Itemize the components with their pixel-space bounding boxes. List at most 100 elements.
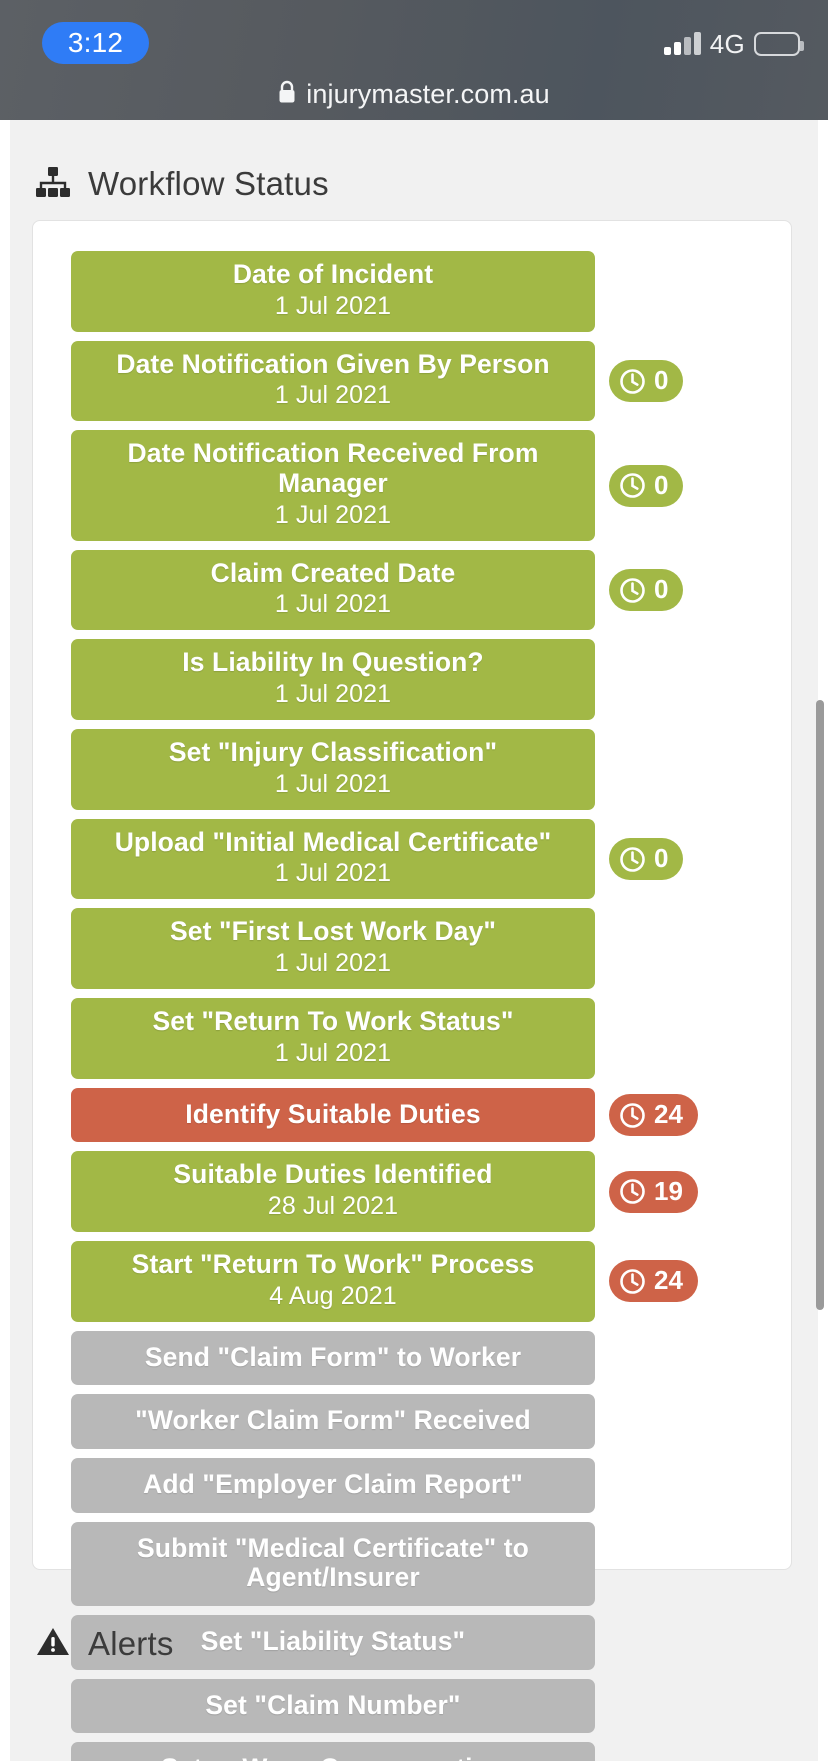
workflow-step-gray[interactable]: Set "Claim Number" <box>71 1678 595 1734</box>
workflow-step-row: Send "Claim Form" to Worker <box>71 1330 755 1386</box>
workflow-step-date: 4 Aug 2021 <box>269 1281 397 1310</box>
sitemap-icon <box>36 166 70 202</box>
workflow-step-green[interactable]: Set "Injury Classification" 1 Jul 2021 <box>71 729 595 810</box>
workflow-step-label: Identify Suitable Duties <box>185 1098 481 1129</box>
workflow-step-green[interactable]: Date Notification Received From Manager 1… <box>71 430 595 541</box>
workflow-step-days-badge[interactable]: 19 <box>609 1170 698 1213</box>
workflow-step-date: 1 Jul 2021 <box>274 859 392 888</box>
workflow-status-heading: Workflow Status <box>36 165 329 203</box>
lock-icon <box>278 80 296 109</box>
workflow-step-row: Is Liability In Question? 1 Jul 2021 <box>71 639 755 721</box>
workflow-step-green[interactable]: Upload "Initial Medical Certificate" 1 Ju… <box>71 818 595 900</box>
workflow-step-label: Add "Employer Claim Report" <box>143 1469 523 1500</box>
workflow-step-days-badge[interactable]: 0 <box>609 838 684 881</box>
workflow-step-label: Set "Return To Work Status" <box>152 1006 514 1037</box>
url-text: injurymaster.com.au <box>306 78 550 109</box>
workflow-step-days-badge[interactable]: 0 <box>609 360 684 402</box>
status-bar-time: 3:12 <box>42 22 149 64</box>
workflow-step-date: 1 Jul 2021 <box>274 1038 392 1067</box>
workflow-step-label: Claim Created Date <box>210 557 456 588</box>
workflow-step-label: Date of Incident <box>232 259 434 289</box>
workflow-step-row: Submit "Medical Certificate" to Agent/In… <box>71 1521 755 1607</box>
workflow-step-date: 1 Jul 2021 <box>274 680 392 709</box>
workflow-step-list: Date of Incident 1 Jul 2021 Date Notificat… <box>71 251 755 1761</box>
workflow-step-row: Upload "Initial Medical Certificate" 1 Ju… <box>71 818 755 900</box>
clock-icon <box>619 1178 646 1205</box>
page-left-edge <box>0 120 10 1761</box>
workflow-step-gray[interactable]: Submit "Medical Certificate" to Agent/In… <box>71 1521 595 1607</box>
workflow-step-label: Date Notification Given By Person <box>116 348 550 379</box>
workflow-step-days-badge[interactable]: 0 <box>609 569 684 612</box>
workflow-step-label: Submit "Medical Certificate" to Agent/In… <box>137 1532 529 1593</box>
workflow-step-row: Add "Employer Claim Report" <box>71 1458 755 1513</box>
clock-icon <box>619 368 646 395</box>
workflow-step-label: Date Notification Received From Manager <box>127 438 539 499</box>
clock-icon <box>619 846 646 873</box>
workflow-step-row: Setup Wage Compensation <box>71 1742 755 1761</box>
workflow-step-label: Setup Wage Compensation <box>83 1754 583 1761</box>
workflow-step-green[interactable]: Set "Return To Work Status" 1 Jul 2021 <box>71 998 595 1079</box>
page-content: Workflow Status Date of Incident 1 Jul 20… <box>0 120 828 1761</box>
workflow-step-date: 28 Jul 2021 <box>267 1192 399 1221</box>
workflow-step-date: 1 Jul 2021 <box>274 381 392 410</box>
workflow-step-label: Set "Claim Number" <box>205 1689 461 1720</box>
workflow-status-card: Date of Incident 1 Jul 2021 Date Notificat… <box>32 220 792 1761</box>
workflow-step-days-badge[interactable]: 0 <box>609 464 684 507</box>
workflow-step-gray[interactable]: Send "Claim Form" to Worker <box>71 1330 595 1386</box>
clock-icon <box>619 577 646 604</box>
workflow-step-date: 1 Jul 2021 <box>274 590 392 619</box>
url-bar[interactable]: injurymaster.com.au <box>0 68 828 120</box>
workflow-step-row: Start "Return To Work" Process 4 Aug 2021… <box>71 1241 755 1322</box>
badge-count: 0 <box>654 574 669 605</box>
workflow-step-label: Send "Claim Form" to Worker <box>144 1341 522 1372</box>
workflow-step-gray[interactable]: Setup Wage Compensation <box>71 1742 595 1761</box>
network-type-label: 4G <box>709 28 745 59</box>
vertical-scrollbar[interactable] <box>816 700 824 1310</box>
clock-icon <box>619 1102 646 1129</box>
workflow-step-row: Suitable Duties Identified 28 Jul 2021 19 <box>71 1151 755 1233</box>
workflow-step-row: Set "Injury Classification" 1 Jul 2021 <box>71 729 755 810</box>
workflow-step-days-badge[interactable]: 24 <box>609 1094 698 1137</box>
alerts-title: Alerts <box>88 1625 174 1662</box>
badge-count: 0 <box>654 843 669 874</box>
workflow-step-green[interactable]: Claim Created Date 1 Jul 2021 <box>71 549 595 631</box>
clock-icon <box>619 472 646 499</box>
workflow-step-green[interactable]: Set "First Lost Work Day" 1 Jul 2021 <box>71 908 595 990</box>
workflow-step-row: Set "Return To Work Status" 1 Jul 2021 <box>71 998 755 1079</box>
battery-icon <box>754 32 804 56</box>
workflow-step-label: Upload "Initial Medical Certificate" <box>114 826 552 857</box>
badge-count: 24 <box>654 1265 683 1296</box>
workflow-step-row: Identify Suitable Duties 24 <box>71 1087 755 1143</box>
workflow-step-red[interactable]: Identify Suitable Duties <box>71 1087 595 1143</box>
workflow-step-green[interactable]: Start "Return To Work" Process 4 Aug 2021 <box>71 1241 595 1322</box>
workflow-step-green[interactable]: Is Liability In Question? 1 Jul 2021 <box>71 639 595 721</box>
workflow-step-row: Set "Claim Number" <box>71 1678 755 1734</box>
browser-chrome: 3:12 4G injurymaster.com.au <box>0 0 828 120</box>
workflow-step-row: Date of Incident 1 Jul 2021 <box>71 251 755 332</box>
alerts-heading: Alerts <box>36 1625 174 1663</box>
workflow-step-row: Date Notification Received From Manager 1… <box>71 430 755 541</box>
workflow-status-title: Workflow Status <box>88 165 329 202</box>
workflow-step-date: 1 Jul 2021 <box>274 769 392 798</box>
workflow-step-gray[interactable]: "Worker Claim Form" Received <box>71 1394 595 1450</box>
workflow-step-label: Set "Injury Classification" <box>168 737 498 768</box>
workflow-step-green[interactable]: Suitable Duties Identified 28 Jul 2021 <box>71 1151 595 1233</box>
workflow-step-gray[interactable]: Add "Employer Claim Report" <box>71 1458 595 1513</box>
workflow-step-label: "Worker Claim Form" Received <box>135 1405 531 1436</box>
badge-count: 24 <box>654 1099 683 1130</box>
status-bar: 3:12 4G <box>0 0 828 68</box>
workflow-step-label: Suitable Duties Identified <box>173 1159 493 1190</box>
workflow-step-green[interactable]: Date Notification Given By Person 1 Jul 2… <box>71 340 595 422</box>
workflow-step-label: Is Liability In Question? <box>182 647 484 678</box>
workflow-step-row: Set "First Lost Work Day" 1 Jul 2021 <box>71 908 755 990</box>
workflow-step-days-badge[interactable]: 24 <box>609 1260 698 1303</box>
badge-count: 19 <box>654 1175 683 1206</box>
workflow-step-row: Date Notification Given By Person 1 Jul 2… <box>71 340 755 422</box>
workflow-step-row: "Worker Claim Form" Received <box>71 1394 755 1450</box>
workflow-step-row: Set "Liability Status" <box>71 1615 755 1670</box>
workflow-step-date: 1 Jul 2021 <box>274 949 392 978</box>
workflow-step-label: Start "Return To Work" Process <box>131 1249 535 1280</box>
badge-count: 0 <box>654 469 669 500</box>
workflow-step-green[interactable]: Date of Incident 1 Jul 2021 <box>71 251 595 332</box>
clock-icon <box>619 1268 646 1295</box>
